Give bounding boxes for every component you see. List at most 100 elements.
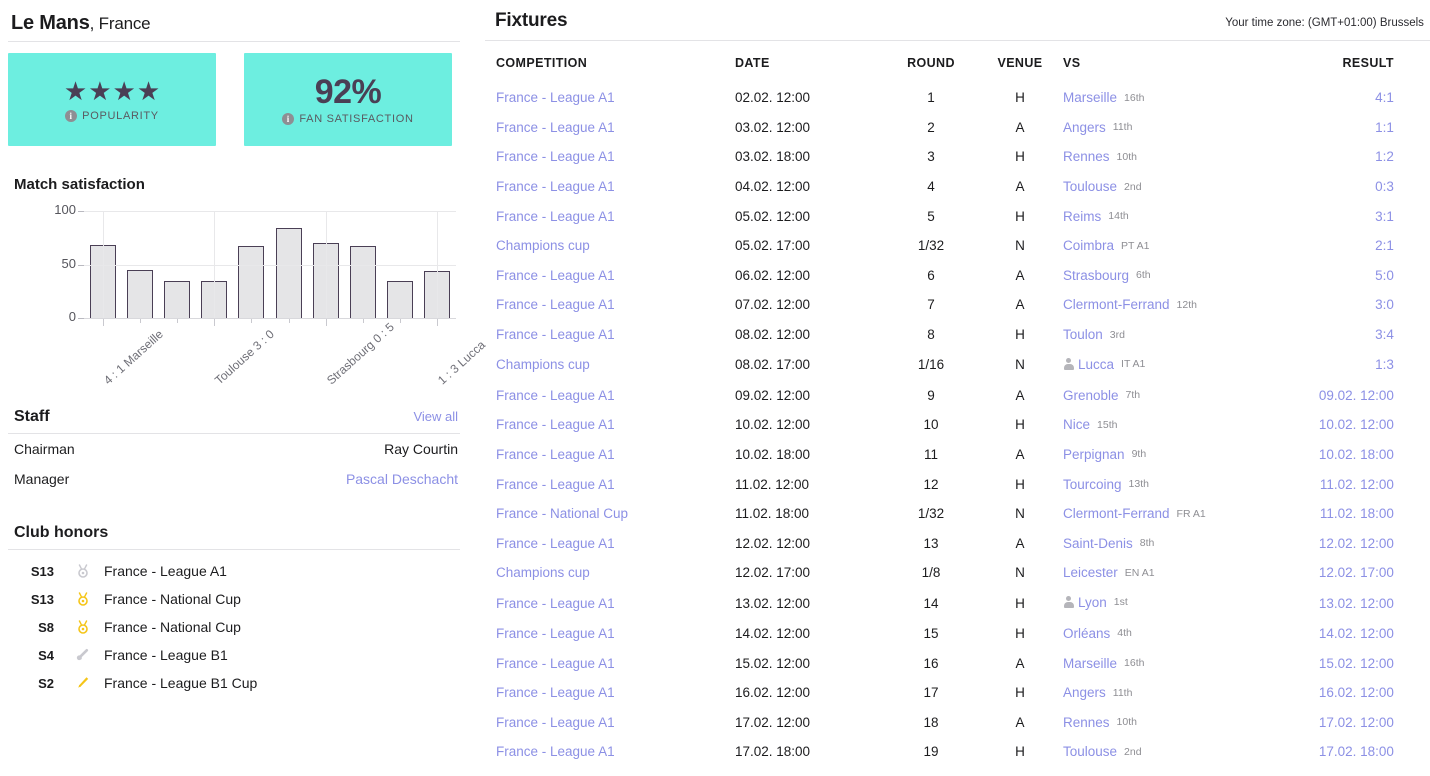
competition-link[interactable]: France - League A1 <box>496 715 615 730</box>
table-row[interactable]: France - League A1 09.02. 12:00 9 A Grenoble… <box>485 380 1430 410</box>
competition-link[interactable]: France - League A1 <box>496 685 615 700</box>
table-row[interactable]: France - League A1 03.02. 12:00 2 A Angers 11… <box>485 113 1430 143</box>
competition-link[interactable]: France - League A1 <box>496 447 615 462</box>
competition-link[interactable]: France - League A1 <box>496 477 615 492</box>
opponent-link[interactable]: Nice <box>1063 417 1090 432</box>
table-row[interactable]: France - League A1 10.02. 18:00 11 A Perpign… <box>485 440 1430 470</box>
result-link[interactable]: 10.02. 12:00 <box>1319 417 1394 432</box>
competition-link[interactable]: France - League A1 <box>496 596 615 611</box>
result-link[interactable]: 1:3 <box>1375 357 1394 372</box>
result-link[interactable]: 3:0 <box>1375 297 1394 312</box>
table-row[interactable]: France - League A1 03.02. 18:00 3 H Rennes 10… <box>485 142 1430 172</box>
result-link[interactable]: 16.02. 12:00 <box>1319 685 1394 700</box>
result-link[interactable]: 17.02. 18:00 <box>1319 744 1394 759</box>
table-row[interactable]: France - League A1 07.02. 12:00 7 A Clermont… <box>485 290 1430 320</box>
competition-link[interactable]: Champions cup <box>496 565 590 580</box>
result-link[interactable]: 11.02. 12:00 <box>1320 477 1394 492</box>
opponent-link[interactable]: Toulouse <box>1063 179 1117 194</box>
result-link[interactable]: 0:3 <box>1375 179 1394 194</box>
opponent-link[interactable]: Angers <box>1063 120 1106 135</box>
competition-link[interactable]: France - League A1 <box>496 90 615 105</box>
competition-link[interactable]: France - League A1 <box>496 268 615 283</box>
opponent-link[interactable]: Reims <box>1063 209 1101 224</box>
competition-link[interactable]: France - League A1 <box>496 656 615 671</box>
result-link[interactable]: 12.02. 17:00 <box>1319 565 1394 580</box>
column-header-round[interactable]: ROUND <box>885 41 977 83</box>
opponent-link[interactable]: Marseille <box>1063 656 1117 671</box>
opponent-link[interactable]: Rennes <box>1063 715 1110 730</box>
competition-link[interactable]: France - League A1 <box>496 744 615 759</box>
opponent-link[interactable]: Lyon <box>1078 595 1107 610</box>
table-row[interactable]: France - League A1 08.02. 12:00 8 H Toulon 3r… <box>485 320 1430 350</box>
result-link[interactable]: 11.02. 18:00 <box>1320 506 1394 521</box>
staff-name[interactable]: Pascal Deschacht <box>346 471 458 487</box>
competition-link[interactable]: Champions cup <box>496 238 590 253</box>
competition-link[interactable]: France - National Cup <box>496 506 628 521</box>
column-header-competition[interactable]: COMPETITION <box>485 41 735 83</box>
competition-link[interactable]: France - League A1 <box>496 179 615 194</box>
table-row[interactable]: Champions cup 05.02. 17:00 1/32 N Coimbra PT … <box>485 231 1430 261</box>
result-link[interactable]: 15.02. 12:00 <box>1319 656 1394 671</box>
competition-link[interactable]: France - League A1 <box>496 209 615 224</box>
opponent-link[interactable]: Coimbra <box>1063 238 1114 253</box>
competition-link[interactable]: France - League A1 <box>496 536 615 551</box>
table-row[interactable]: France - League A1 15.02. 12:00 16 A Marseil… <box>485 648 1430 678</box>
opponent-link[interactable]: Angers <box>1063 685 1106 700</box>
opponent-link[interactable]: Marseille <box>1063 90 1117 105</box>
table-row[interactable]: France - League A1 13.02. 12:00 14 H Lyon 1st… <box>485 588 1430 619</box>
chart-bar[interactable] <box>164 280 190 318</box>
table-row[interactable]: France - League A1 17.02. 18:00 19 H Toulous… <box>485 737 1430 767</box>
result-link[interactable]: 5:0 <box>1375 268 1394 283</box>
chart-bar[interactable] <box>275 228 302 318</box>
competition-link[interactable]: France - League A1 <box>496 149 615 164</box>
column-header-venue[interactable]: VENUE <box>977 41 1063 83</box>
column-header-vs[interactable]: VS <box>1063 41 1275 83</box>
chart-bar[interactable] <box>238 246 265 318</box>
table-row[interactable]: France - League A1 16.02. 12:00 17 H Angers 1… <box>485 678 1430 708</box>
competition-link[interactable]: France - League A1 <box>496 626 615 641</box>
chart-bar[interactable] <box>126 269 153 318</box>
result-link[interactable]: 13.02. 12:00 <box>1319 596 1394 611</box>
column-header-result[interactable]: RESULT <box>1275 41 1430 83</box>
result-link[interactable]: 1:2 <box>1375 149 1394 164</box>
info-icon[interactable]: i <box>282 113 295 125</box>
staff-view-all-link[interactable]: View all <box>413 409 458 424</box>
table-row[interactable]: France - National Cup 11.02. 18:00 1/32 N Cl… <box>485 499 1430 529</box>
result-link[interactable]: 14.02. 12:00 <box>1319 626 1394 641</box>
competition-link[interactable]: France - League A1 <box>496 120 615 135</box>
popularity-card[interactable]: ★ ★ ★ ★ i POPULARITY <box>8 53 216 146</box>
opponent-link[interactable]: Lucca <box>1078 357 1114 372</box>
result-link[interactable]: 2:1 <box>1375 238 1394 253</box>
table-row[interactable]: France - League A1 04.02. 12:00 4 A Toulouse… <box>485 172 1430 202</box>
opponent-link[interactable]: Toulouse <box>1063 744 1117 759</box>
table-row[interactable]: France - League A1 06.02. 12:00 6 A Strasbou… <box>485 261 1430 291</box>
result-link[interactable]: 09.02. 12:00 <box>1319 388 1394 403</box>
table-row[interactable]: France - League A1 12.02. 12:00 13 A Saint-D… <box>485 528 1430 558</box>
result-link[interactable]: 3:4 <box>1375 327 1394 342</box>
column-header-date[interactable]: DATE <box>735 41 885 83</box>
table-row[interactable]: France - League A1 10.02. 12:00 10 H Nice 15t… <box>485 410 1430 440</box>
table-row[interactable]: France - League A118.02. 12:0020AReims14… <box>485 767 1430 776</box>
table-row[interactable]: France - League A1 05.02. 12:00 5 H Reims 14t… <box>485 201 1430 231</box>
opponent-link[interactable]: Orléans <box>1063 626 1110 641</box>
competition-link[interactable]: France - League A1 <box>496 417 615 432</box>
competition-link[interactable]: France - League A1 <box>496 297 615 312</box>
table-row[interactable]: France - League A1 14.02. 12:00 15 H Orléans… <box>485 619 1430 649</box>
opponent-link[interactable]: Perpignan <box>1063 447 1125 462</box>
result-link[interactable]: 12.02. 12:00 <box>1319 536 1394 551</box>
opponent-link[interactable]: Rennes <box>1063 149 1110 164</box>
result-link[interactable]: 10.02. 18:00 <box>1319 447 1394 462</box>
table-row[interactable]: Champions cup 12.02. 17:00 1/8 N Leicester EN… <box>485 558 1430 588</box>
table-row[interactable]: France - League A1 17.02. 12:00 18 A Rennes 1… <box>485 707 1430 737</box>
chart-bar[interactable] <box>350 246 377 318</box>
fan-satisfaction-card[interactable]: 92% i FAN SATISFACTION <box>244 53 452 146</box>
result-link[interactable]: 3:1 <box>1375 209 1394 224</box>
table-row[interactable]: Champions cup 08.02. 17:00 1/16 N Lucca IT A1… <box>485 349 1430 380</box>
opponent-link[interactable]: Strasbourg <box>1063 268 1129 283</box>
table-row[interactable]: France - League A1 02.02. 12:00 1 H Marseill… <box>485 83 1430 113</box>
opponent-link[interactable]: Tourcoing <box>1063 477 1122 492</box>
table-row[interactable]: France - League A1 11.02. 12:00 12 H Tourcoi… <box>485 469 1430 499</box>
result-link[interactable]: 4:1 <box>1375 90 1394 105</box>
opponent-link[interactable]: Toulon <box>1063 327 1103 342</box>
competition-link[interactable]: France - League A1 <box>496 327 615 342</box>
